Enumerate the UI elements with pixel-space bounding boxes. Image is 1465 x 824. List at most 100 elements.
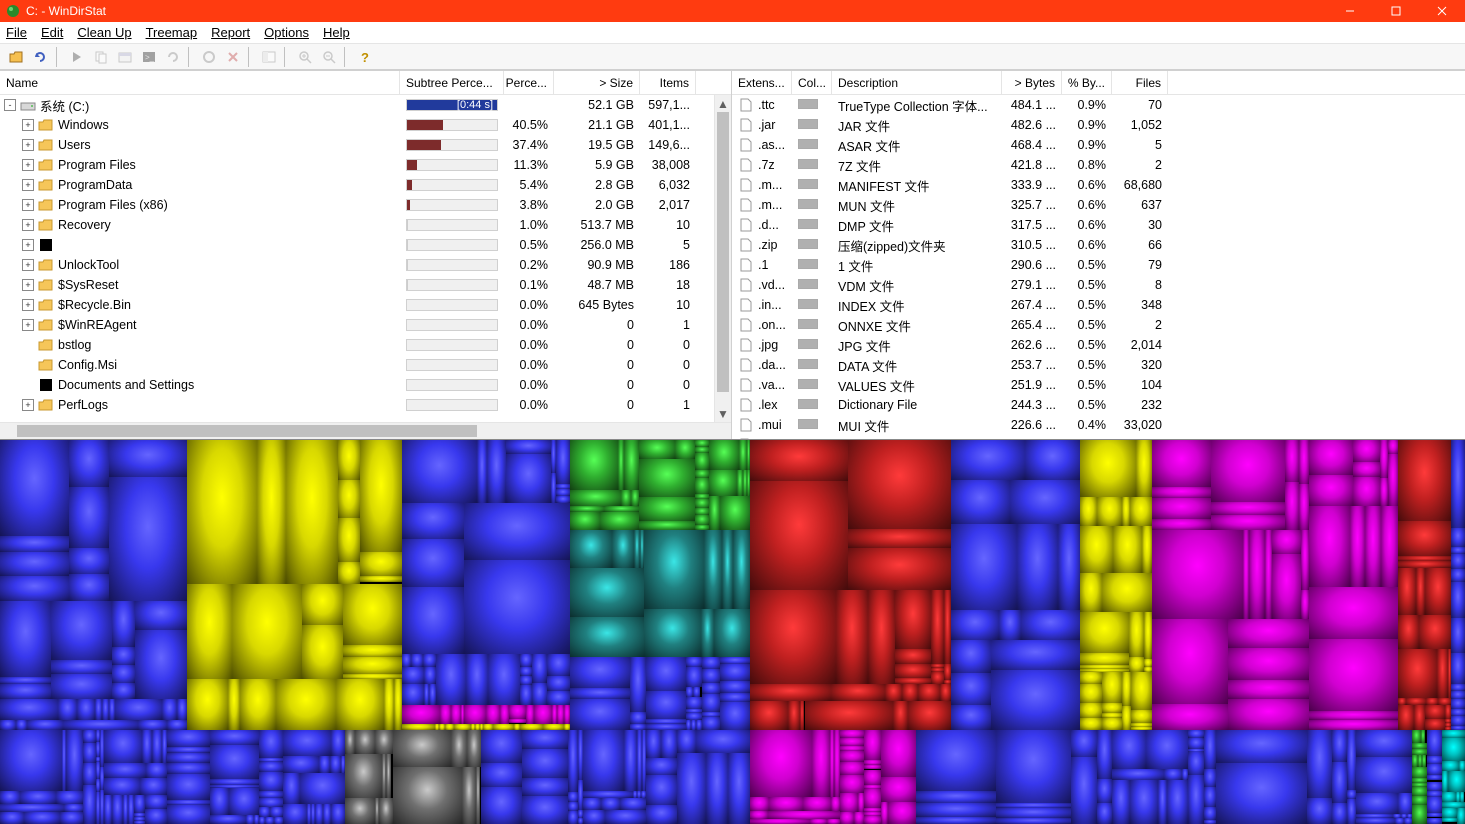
treemap-block[interactable] xyxy=(51,601,112,660)
treemap-block[interactable] xyxy=(1427,775,1442,780)
treemap-block[interactable] xyxy=(951,705,991,730)
delete-recycle-icon[interactable] xyxy=(198,46,220,68)
treemap-block[interactable] xyxy=(331,804,345,824)
treemap-block[interactable] xyxy=(840,775,864,793)
treemap-block[interactable] xyxy=(1129,657,1144,672)
treemap-block[interactable] xyxy=(881,730,916,777)
treemap-block[interactable] xyxy=(1451,709,1465,716)
treemap-block[interactable] xyxy=(1122,672,1131,706)
treemap-block[interactable] xyxy=(1080,440,1136,497)
tree-expander-icon[interactable]: + xyxy=(22,259,34,271)
treemap-block[interactable] xyxy=(402,503,464,539)
treemap-block[interactable] xyxy=(848,440,951,529)
treemap-block[interactable] xyxy=(991,670,1080,730)
treemap-block[interactable] xyxy=(1309,506,1350,587)
treemap-block[interactable] xyxy=(704,530,722,609)
treemap-block[interactable] xyxy=(895,590,931,649)
treemap-block[interactable] xyxy=(1204,820,1216,824)
treemap-block[interactable] xyxy=(476,767,480,824)
treemap-block[interactable] xyxy=(1427,764,1442,775)
treemap-block[interactable] xyxy=(0,576,69,601)
treemap-block[interactable] xyxy=(270,807,283,817)
refresh-all-icon[interactable] xyxy=(30,46,52,68)
treemap-block[interactable] xyxy=(1388,454,1398,506)
treemap-block[interactable] xyxy=(520,654,532,667)
treemap-block[interactable] xyxy=(1425,719,1445,730)
treemap-block[interactable] xyxy=(1142,526,1152,573)
treemap-block[interactable] xyxy=(831,684,885,701)
treemap-block[interactable] xyxy=(1152,530,1243,619)
treemap-block[interactable] xyxy=(167,763,210,774)
treemap-block[interactable] xyxy=(750,797,769,811)
treemap-block[interactable] xyxy=(1353,477,1380,506)
col-bytes[interactable]: > Bytes xyxy=(1002,71,1062,94)
col-name[interactable]: Name xyxy=(0,71,400,94)
treemap-block[interactable] xyxy=(1272,530,1301,554)
extension-row[interactable]: .jpgJPG 文件262.6 ...0.5%2,014 xyxy=(732,335,1465,355)
treemap-block[interactable] xyxy=(276,679,336,730)
treemap-block[interactable] xyxy=(1102,718,1122,730)
treemap-block[interactable] xyxy=(331,730,345,756)
treemap-block[interactable] xyxy=(1427,730,1442,756)
treemap-block[interactable] xyxy=(1347,730,1356,790)
treemap-block[interactable] xyxy=(1451,547,1465,554)
treemap-block[interactable] xyxy=(696,730,750,753)
treemap-block[interactable] xyxy=(338,440,360,480)
extension-row[interactable]: .ttcTrueType Collection 字体...484.1 ...0.… xyxy=(732,95,1465,115)
treemap-block[interactable] xyxy=(720,693,750,702)
treemap-block[interactable] xyxy=(402,684,424,705)
treemap-block[interactable] xyxy=(177,699,187,720)
treemap-block[interactable] xyxy=(228,679,240,730)
treemap-block[interactable] xyxy=(1152,487,1211,498)
treemap-block[interactable] xyxy=(319,756,330,773)
treemap-block[interactable] xyxy=(570,699,630,730)
treemap-block[interactable] xyxy=(424,667,436,684)
treemap-block[interactable] xyxy=(885,684,902,701)
treemap-block[interactable] xyxy=(800,701,804,730)
treemap-block[interactable] xyxy=(1380,440,1388,478)
treemap-block[interactable] xyxy=(750,440,848,481)
treemap-block[interactable] xyxy=(467,730,481,767)
treemap-block[interactable] xyxy=(109,440,187,477)
treemap-block[interactable] xyxy=(402,705,440,724)
treemap-block[interactable] xyxy=(283,756,319,773)
treemap-block[interactable] xyxy=(210,730,259,745)
treemap-block[interactable] xyxy=(1442,792,1456,802)
treemap-block[interactable] xyxy=(788,701,800,730)
treemap-block[interactable] xyxy=(840,762,864,775)
treemap-block[interactable] xyxy=(1307,798,1332,824)
treemap-block[interactable] xyxy=(881,802,888,824)
treemap-block[interactable] xyxy=(1080,526,1113,573)
treemap-block[interactable] xyxy=(1427,797,1442,813)
treemap-block[interactable] xyxy=(83,763,96,785)
treemap-block[interactable] xyxy=(893,701,908,730)
treemap-block[interactable] xyxy=(167,720,187,730)
treemap-block[interactable] xyxy=(146,763,167,778)
show-treemap-icon[interactable] xyxy=(258,46,280,68)
menu-report[interactable]: Report xyxy=(211,25,250,40)
treemap-block[interactable] xyxy=(1442,818,1457,822)
treemap-block[interactable] xyxy=(1398,440,1451,521)
treemap-block[interactable] xyxy=(464,705,486,724)
treemap-block[interactable] xyxy=(556,496,570,503)
title-bar[interactable]: C: - WinDirStat xyxy=(0,0,1465,22)
treemap-block[interactable] xyxy=(112,601,135,647)
treemap-block[interactable] xyxy=(1216,730,1307,763)
treemap-block[interactable] xyxy=(812,730,830,797)
directory-vertical-scrollbar[interactable]: ▲ ▼ xyxy=(714,95,731,422)
tree-expander-icon[interactable]: + xyxy=(22,239,34,251)
directory-row[interactable]: +UnlockTool0.2%90.9 MB186 xyxy=(0,255,731,275)
treemap-block[interactable] xyxy=(1422,755,1426,767)
col-color[interactable]: Col... xyxy=(792,71,832,94)
treemap-block[interactable] xyxy=(570,530,612,568)
treemap-block[interactable] xyxy=(918,684,940,701)
treemap-block[interactable] xyxy=(83,730,96,743)
treemap-block[interactable] xyxy=(83,785,96,824)
treemap-block[interactable] xyxy=(0,552,69,576)
treemap-block[interactable] xyxy=(1451,691,1465,699)
treemap-block[interactable] xyxy=(500,705,509,724)
treemap-block[interactable] xyxy=(854,812,864,824)
treemap-block[interactable] xyxy=(1285,440,1299,482)
tree-expander-icon[interactable]: + xyxy=(22,119,34,131)
treemap-block[interactable] xyxy=(1388,440,1398,454)
